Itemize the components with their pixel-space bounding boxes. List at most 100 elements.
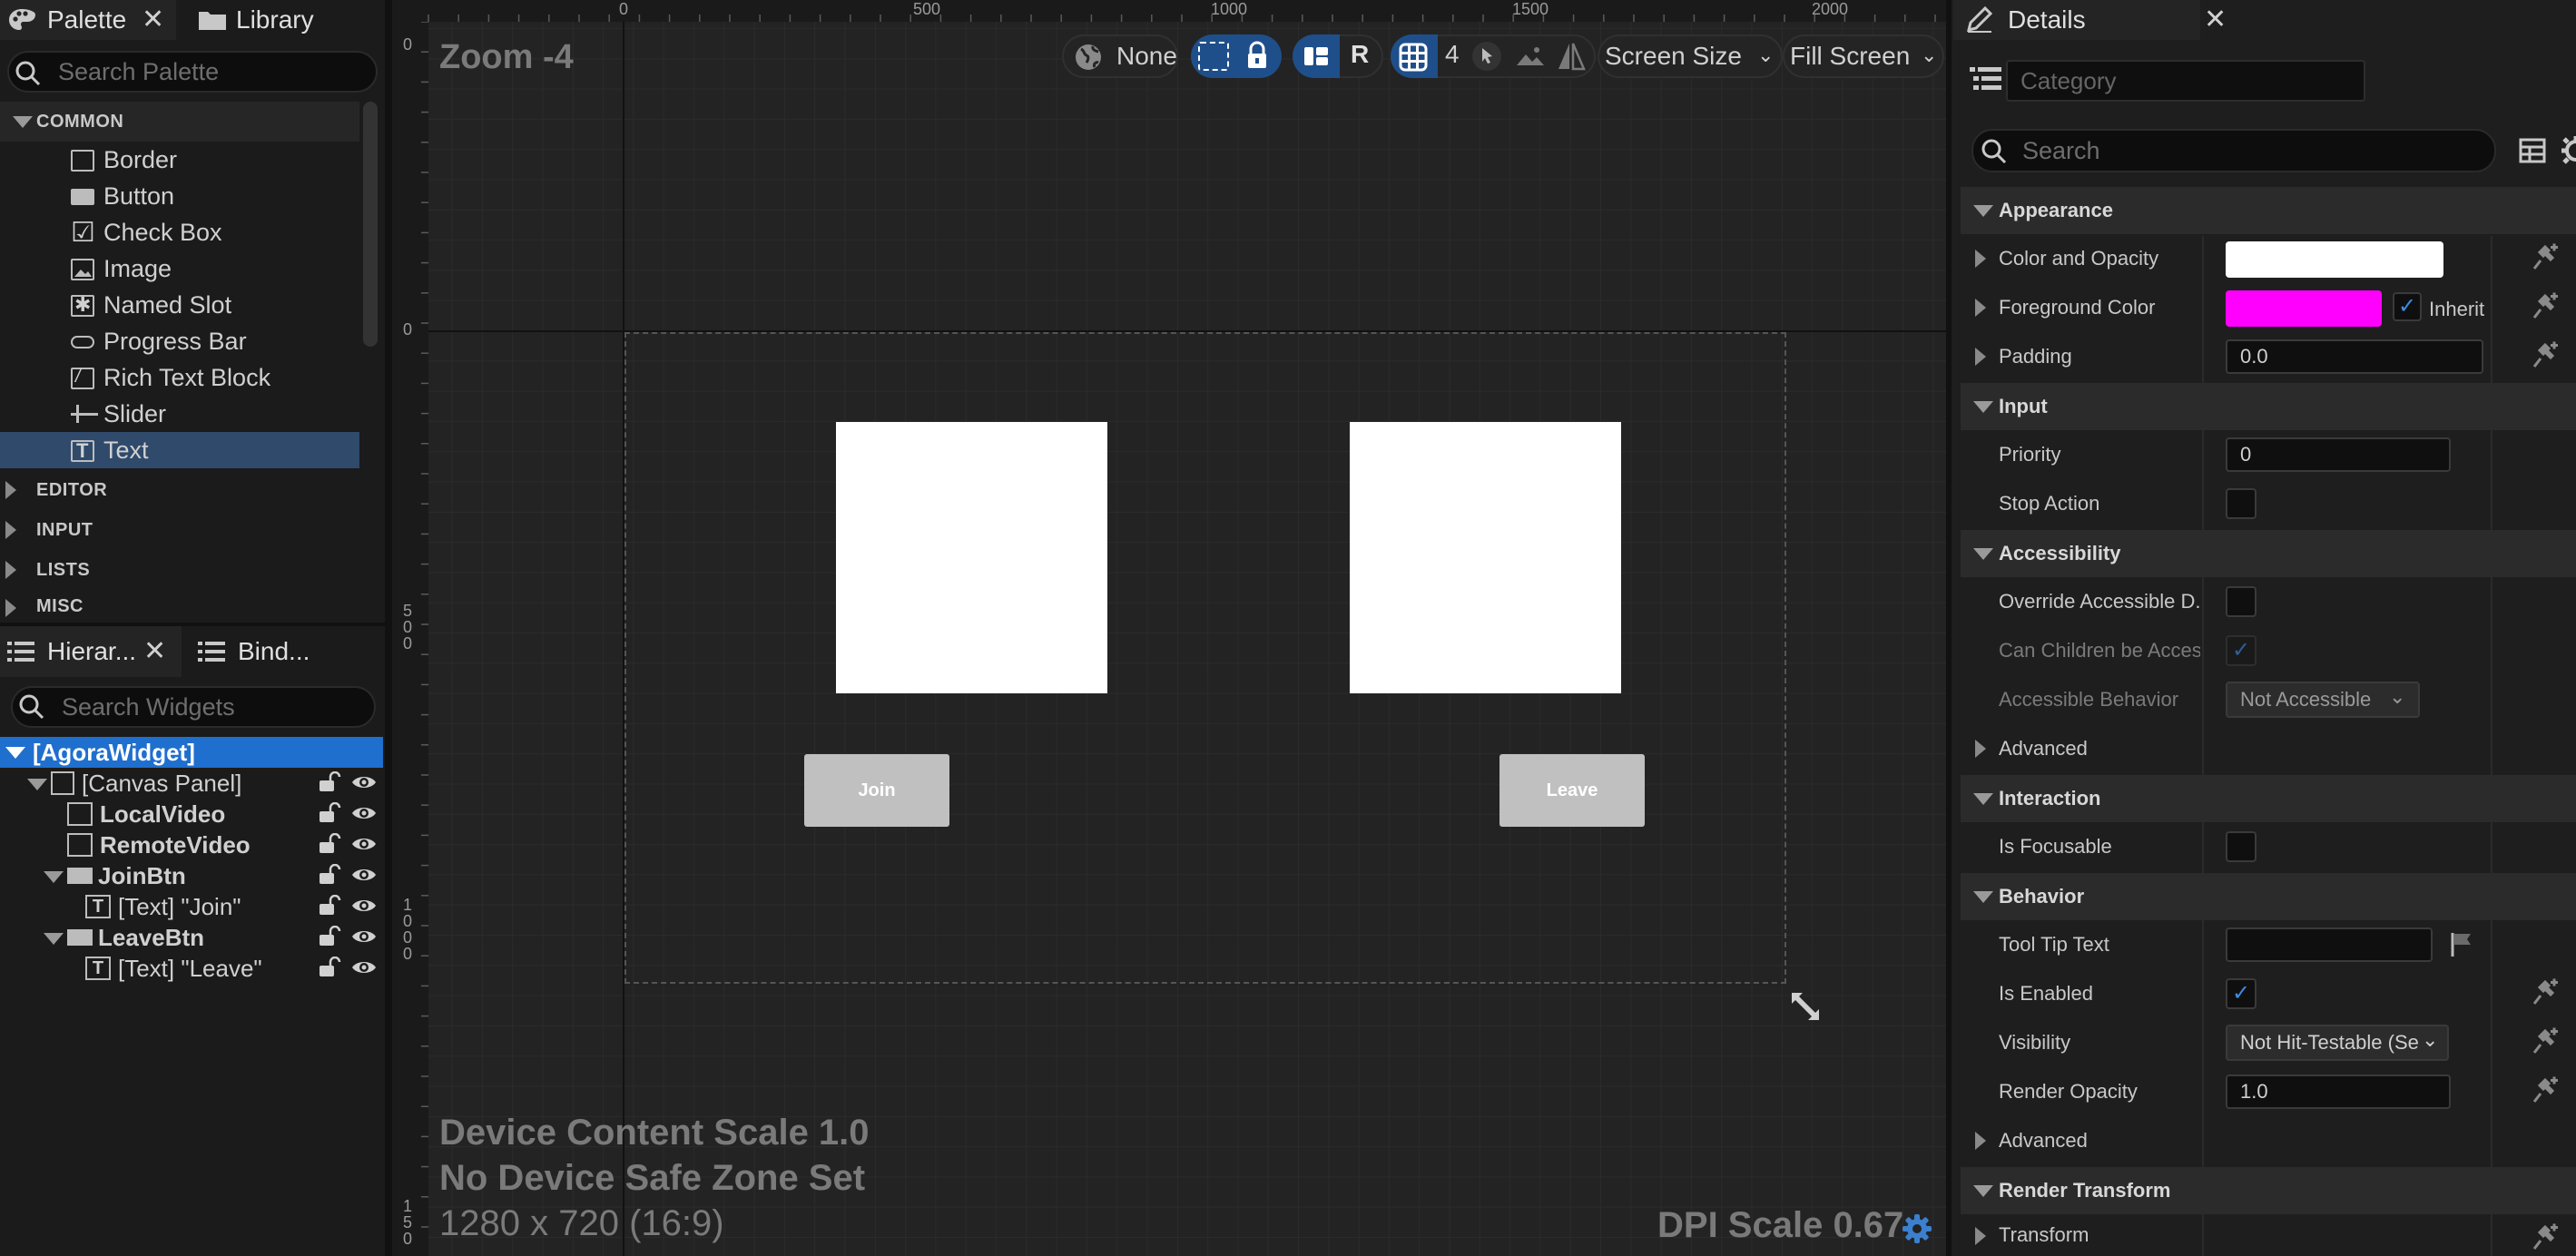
bind-icon[interactable] (2531, 1223, 2560, 1252)
is-enabled-checkbox[interactable]: ✓ (2226, 978, 2256, 1009)
join-button[interactable]: Join (804, 754, 949, 827)
table-view-icon[interactable] (2518, 136, 2547, 165)
tree-item-leave-text[interactable]: T [Text] "Leave" (84, 953, 262, 984)
details-search-input[interactable]: Search (1971, 129, 2496, 172)
inherit-checkbox[interactable]: ✓ (2393, 292, 2422, 321)
palette-search-input[interactable]: Search Palette (7, 51, 378, 93)
eye-icon[interactable] (350, 771, 378, 793)
panel-splitter[interactable] (385, 0, 392, 1256)
close-icon[interactable]: ✕ (143, 635, 166, 667)
bind-icon[interactable] (2531, 978, 2560, 1007)
eye-icon[interactable] (350, 864, 378, 886)
gear-icon[interactable] (1901, 1212, 1933, 1245)
tree-item-join-text[interactable]: T [Text] "Join" (84, 891, 241, 922)
visibility-dropdown[interactable]: Not Hit-Testable (Self Only) ⌄ (2226, 1025, 2449, 1061)
accessible-behavior-dropdown[interactable]: Not Accessible ⌄ (2226, 682, 2420, 718)
screen-size-dropdown[interactable]: Screen Size ⌄ (1598, 34, 1783, 78)
category-lists[interactable]: LISTS (0, 550, 359, 590)
close-icon[interactable]: ✕ (2204, 4, 2227, 35)
bindings-tab[interactable]: Bind... (238, 632, 310, 672)
stop-action-checkbox[interactable] (2226, 488, 2256, 519)
category-common[interactable]: COMMON (0, 102, 359, 142)
prop-advanced[interactable]: Advanced (1961, 724, 2576, 773)
leave-button[interactable]: Leave (1499, 754, 1645, 827)
library-tab[interactable]: Library (236, 0, 314, 40)
palette-item-text[interactable]: T Text (0, 432, 359, 468)
category-input[interactable]: INPUT (0, 510, 359, 550)
category-misc[interactable]: MISC (0, 590, 359, 623)
expand-arrow-icon[interactable] (1975, 1132, 1986, 1150)
lock-icon[interactable] (318, 771, 341, 793)
palette-item-button[interactable]: Button (0, 178, 359, 214)
flag-icon[interactable] (2449, 931, 2474, 958)
outline-icon[interactable] (1198, 42, 1229, 71)
panel-splitter[interactable] (0, 623, 385, 626)
tree-item-local-video[interactable]: LocalVideo (65, 799, 225, 829)
tree-item-leave-btn[interactable]: LeaveBtn (44, 922, 204, 953)
palette-item-image[interactable]: Image (0, 250, 359, 287)
mirror-icon[interactable] (1556, 40, 1587, 73)
tooltip-input[interactable] (2226, 927, 2433, 962)
eye-icon[interactable] (350, 926, 378, 947)
section-appearance[interactable]: Appearance (1961, 187, 2576, 234)
settings-gear-icon[interactable] (2560, 134, 2576, 167)
section-behavior[interactable]: Behavior (1961, 873, 2576, 920)
expand-arrow-icon[interactable] (1975, 250, 1986, 268)
category-list-icon[interactable] (1970, 64, 2002, 94)
expand-arrow-icon[interactable] (1975, 1227, 1986, 1245)
close-icon[interactable]: ✕ (142, 4, 165, 34)
section-interaction[interactable]: Interaction (1961, 775, 2576, 822)
palette-item-progress-bar[interactable]: Progress Bar (0, 323, 359, 359)
eye-icon[interactable] (350, 895, 378, 917)
fill-screen-dropdown[interactable]: Fill Screen ⌄ (1783, 34, 1944, 78)
palette-scrollbar[interactable] (363, 102, 378, 347)
prop-advanced[interactable]: Advanced (1961, 1116, 2576, 1165)
bind-icon[interactable] (2531, 1076, 2560, 1105)
image-background-icon[interactable] (1514, 42, 1547, 71)
override-accessible-checkbox[interactable] (2226, 586, 2256, 617)
expand-arrow-icon[interactable] (1975, 299, 1986, 317)
lock-icon[interactable] (318, 895, 341, 917)
is-focusable-checkbox[interactable] (2226, 831, 2256, 862)
padding-input[interactable]: 0.0 (2226, 339, 2483, 374)
category-input[interactable]: Category (2006, 60, 2365, 102)
remote-video-image[interactable] (1350, 422, 1621, 693)
widget-search-input[interactable]: Search Widgets (11, 686, 376, 728)
lock-icon[interactable] (318, 957, 341, 978)
color-swatch[interactable] (2226, 241, 2443, 278)
lock-icon[interactable] (318, 926, 341, 947)
grid-size-value[interactable]: 4 (1445, 40, 1460, 69)
expand-arrow-icon[interactable] (1975, 348, 1986, 366)
section-input[interactable]: Input (1961, 383, 2576, 430)
lock-icon[interactable] (318, 864, 341, 886)
localization-preview-dropdown[interactable]: None (1062, 34, 1178, 78)
local-video-image[interactable] (836, 422, 1107, 693)
resize-handle-icon[interactable] (1788, 989, 1823, 1024)
hierarchy-tab-label[interactable]: Hierar... (47, 632, 136, 672)
eye-icon[interactable] (350, 957, 378, 978)
palette-item-rich-text-block[interactable]: / Rich Text Block (0, 359, 359, 396)
can-children-checkbox[interactable]: ✓ (2226, 635, 2256, 666)
r-button[interactable]: R (1351, 40, 1369, 69)
render-opacity-input[interactable]: 1.0 (2226, 1074, 2451, 1109)
expand-arrow-icon[interactable] (1975, 740, 1986, 758)
eye-icon[interactable] (350, 833, 378, 855)
lock-icon[interactable] (318, 802, 341, 824)
palette-item-named-slot[interactable]: ✱ Named Slot (0, 287, 359, 323)
tree-item-agora-widget[interactable]: [AgoraWidget] (0, 737, 383, 768)
palette-item-check-box[interactable]: ☑ Check Box (0, 214, 359, 250)
color-swatch[interactable] (2226, 290, 2382, 327)
tree-item-remote-video[interactable]: RemoteVideo (65, 829, 251, 860)
bind-icon[interactable] (2531, 1027, 2560, 1056)
lock-icon[interactable] (1244, 40, 1271, 71)
palette-tab-label[interactable]: Palette (47, 0, 126, 40)
tree-item-join-btn[interactable]: JoinBtn (44, 860, 186, 891)
category-editor[interactable]: EDITOR (0, 470, 359, 510)
bind-icon[interactable] (2531, 243, 2560, 272)
bind-icon[interactable] (2531, 341, 2560, 370)
tree-item-canvas-panel[interactable]: [Canvas Panel] (27, 768, 241, 799)
lock-icon[interactable] (318, 833, 341, 855)
pointer-icon[interactable] (1472, 42, 1501, 71)
details-tab-label[interactable]: Details (2008, 0, 2086, 40)
priority-input[interactable]: 0 (2226, 437, 2451, 472)
